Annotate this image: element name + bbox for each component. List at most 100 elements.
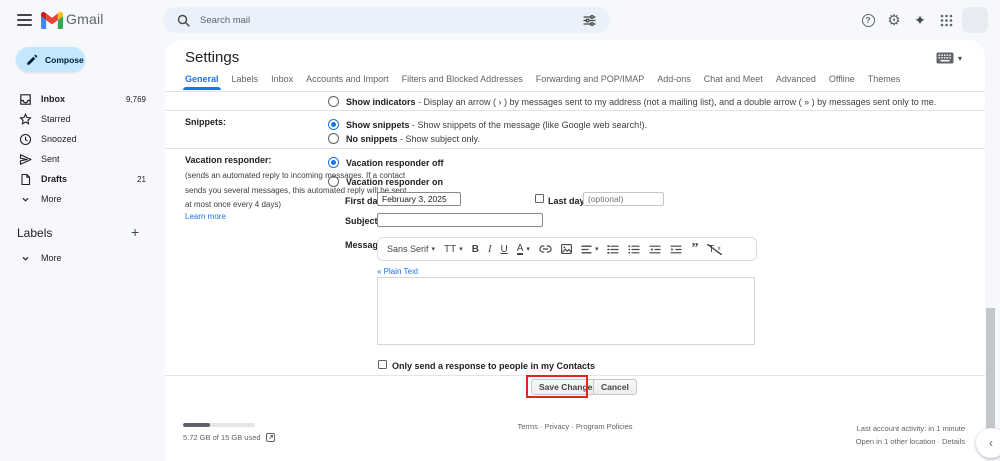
sidebar-labels-more[interactable]: More bbox=[0, 248, 160, 268]
font-size-button[interactable]: TT ▾ bbox=[444, 244, 463, 255]
chevron-down-icon bbox=[22, 256, 29, 261]
search-input[interactable]: Search mail bbox=[200, 15, 583, 26]
create-label-plus-icon[interactable]: + bbox=[131, 224, 139, 240]
contacts-only-label[interactable]: Only send a response to people in my Con… bbox=[392, 361, 595, 371]
caret-down-icon: ▾ bbox=[958, 53, 963, 63]
bulleted-list-icon[interactable] bbox=[628, 244, 641, 254]
sidebar-item-inbox[interactable]: Inbox 9,769 bbox=[0, 89, 160, 109]
input-tools-selector[interactable]: ▾ bbox=[936, 52, 962, 64]
vacation-responder-on-radio[interactable] bbox=[328, 176, 339, 187]
help-icon[interactable]: ? bbox=[855, 7, 881, 33]
gmail-logo-icon[interactable] bbox=[41, 12, 63, 29]
drafts-count: 21 bbox=[137, 174, 146, 184]
tab-themes[interactable]: Themes bbox=[868, 74, 901, 90]
tab-chat-and-meet[interactable]: Chat and Meet bbox=[704, 74, 763, 90]
open-location-text: Open in 1 other location bbox=[855, 437, 936, 446]
last-account-activity: Last account activity: in 1 minute bbox=[856, 424, 965, 433]
page-title: Settings bbox=[185, 49, 240, 66]
privacy-link[interactable]: Privacy bbox=[545, 422, 570, 431]
draft-file-icon bbox=[21, 173, 31, 185]
sidebar-item-sent[interactable]: Sent bbox=[0, 149, 160, 169]
caret-down-icon: ▾ bbox=[526, 246, 530, 253]
learn-more-link[interactable]: Learn more bbox=[185, 212, 226, 221]
vacation-responder-off-radio[interactable] bbox=[328, 157, 339, 168]
compose-button[interactable]: Compose bbox=[16, 47, 85, 72]
vacation-message-textarea[interactable] bbox=[377, 277, 755, 345]
details-link[interactable]: Details bbox=[942, 437, 965, 446]
tab-general[interactable]: General bbox=[183, 74, 221, 90]
tab-add-ons[interactable]: Add-ons bbox=[657, 74, 691, 90]
sidebar-item-more[interactable]: More bbox=[0, 189, 160, 209]
show-indicators-radio[interactable] bbox=[328, 96, 339, 107]
terms-link[interactable]: Terms bbox=[517, 422, 537, 431]
tab-offline[interactable]: Offline bbox=[829, 74, 855, 90]
settings-card: Settings ▾ General Labels Inbox Accounts… bbox=[165, 40, 985, 461]
show-snippets-option[interactable]: Show snippets - Show snippets of the mes… bbox=[346, 120, 647, 130]
numbered-list-icon[interactable] bbox=[607, 244, 620, 254]
bold-button[interactable]: B bbox=[472, 244, 479, 255]
tab-filters-and-blocked-addresses[interactable]: Filters and Blocked Addresses bbox=[402, 74, 523, 90]
no-snippets-option[interactable]: No snippets - Show subject only. bbox=[346, 134, 480, 144]
indent-more-icon[interactable] bbox=[670, 245, 683, 254]
chevron-down-icon bbox=[22, 197, 29, 202]
chevron-left-icon: ‹ bbox=[989, 436, 993, 450]
external-link-icon[interactable] bbox=[265, 433, 275, 442]
contacts-only-checkbox[interactable] bbox=[378, 360, 387, 369]
tab-inbox[interactable]: Inbox bbox=[271, 74, 293, 90]
insert-image-icon[interactable] bbox=[560, 244, 572, 254]
gemini-sparkle-icon[interactable]: ✦ bbox=[907, 7, 933, 33]
inbox-icon bbox=[20, 93, 31, 105]
compose-label: Compose bbox=[45, 54, 84, 65]
vacation-responder-off-label[interactable]: Vacation responder off bbox=[346, 158, 444, 168]
star-icon bbox=[19, 112, 32, 125]
vacation-responder-on-label[interactable]: Vacation responder on bbox=[346, 177, 443, 187]
last-day-checkbox[interactable] bbox=[535, 194, 544, 203]
show-snippets-radio[interactable] bbox=[328, 119, 339, 130]
insert-link-icon[interactable] bbox=[539, 244, 552, 254]
avatar[interactable] bbox=[962, 7, 988, 33]
snippets-row-label: Snippets: bbox=[185, 117, 227, 127]
remove-formatting-icon[interactable]: Tx bbox=[707, 243, 722, 255]
search-bar[interactable]: Search mail bbox=[163, 7, 610, 33]
account-activity: Last account activity: in 1 minute Open … bbox=[855, 424, 965, 446]
formatting-toolbar: Sans Serif ▾ TT ▾ B I U A ▾ ▾ ” Tx bbox=[377, 237, 757, 261]
send-icon bbox=[19, 153, 32, 165]
search-options-icon[interactable] bbox=[583, 14, 596, 27]
no-snippets-radio[interactable] bbox=[328, 133, 339, 144]
gmail-wordmark: Gmail bbox=[66, 11, 104, 27]
pencil-icon bbox=[27, 54, 38, 65]
clock-icon bbox=[19, 133, 32, 145]
labels-header: Labels bbox=[17, 226, 53, 240]
search-icon bbox=[177, 14, 190, 27]
tab-labels[interactable]: Labels bbox=[232, 74, 259, 90]
settings-gear-icon[interactable]: ⚙ bbox=[881, 7, 907, 33]
cancel-button[interactable]: Cancel bbox=[593, 379, 637, 395]
google-apps-grid-icon[interactable] bbox=[933, 7, 959, 33]
storage-usage: 5.72 GB of 15 GB used bbox=[183, 433, 275, 442]
tab-advanced[interactable]: Advanced bbox=[776, 74, 816, 90]
hamburger-menu-icon[interactable] bbox=[17, 14, 32, 30]
align-button[interactable]: ▾ bbox=[581, 245, 598, 254]
subject-label: Subject: bbox=[345, 216, 381, 226]
keyboard-icon bbox=[936, 52, 954, 64]
text-color-button[interactable]: A ▾ bbox=[516, 243, 530, 255]
tab-accounts-and-import[interactable]: Accounts and Import bbox=[306, 74, 389, 90]
underline-button[interactable]: U bbox=[501, 244, 508, 255]
italic-button[interactable]: I bbox=[488, 244, 492, 255]
caret-down-icon: ▾ bbox=[459, 246, 463, 253]
plain-text-toggle-link[interactable]: « Plain Text bbox=[377, 267, 418, 276]
program-policies-link[interactable]: Program Policies bbox=[576, 422, 633, 431]
sidebar-item-snoozed[interactable]: Snoozed bbox=[0, 129, 160, 149]
first-day-input[interactable] bbox=[377, 192, 461, 206]
font-family-select[interactable]: Sans Serif ▾ bbox=[387, 244, 435, 254]
show-indicators-option[interactable]: Show indicators - Display an arrow ( › )… bbox=[346, 97, 966, 107]
sidebar-item-drafts[interactable]: Drafts 21 bbox=[0, 169, 160, 189]
sidebar-item-starred[interactable]: Starred bbox=[0, 109, 160, 129]
subject-input[interactable] bbox=[377, 213, 543, 227]
tab-forwarding-and-pop-imap[interactable]: Forwarding and POP/IMAP bbox=[536, 74, 645, 90]
last-day-input[interactable] bbox=[583, 192, 664, 206]
last-day-label: Last day: bbox=[548, 196, 588, 206]
quote-icon[interactable]: ” bbox=[691, 242, 698, 256]
indent-less-icon[interactable] bbox=[649, 245, 662, 254]
show-side-panel-button[interactable]: ‹ bbox=[976, 428, 1000, 458]
